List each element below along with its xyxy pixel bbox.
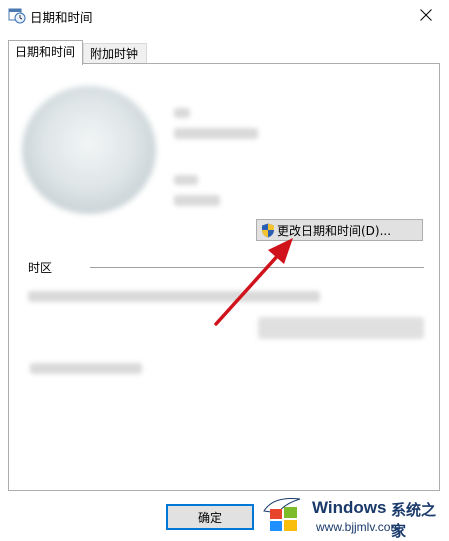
tab-additional-clocks[interactable]: 附加时钟	[83, 43, 147, 64]
site-watermark: Windows 系统之家 www.bjjmlv.com	[250, 489, 449, 541]
date-time-app-icon	[8, 6, 26, 24]
blurred-time-value	[174, 195, 220, 206]
watermark-brand: Windows	[312, 498, 387, 517]
window-title: 日期和时间	[30, 10, 93, 25]
close-button[interactable]	[403, 0, 449, 30]
windows-logo-icon	[263, 498, 301, 531]
blurred-timezone-text	[28, 291, 320, 302]
ok-button[interactable]: 确定	[166, 504, 254, 530]
ok-button-label: 确定	[197, 510, 222, 525]
uac-shield-icon	[262, 223, 274, 238]
title-bar: 日期和时间	[0, 0, 449, 30]
blurred-date-label	[174, 108, 190, 118]
analog-clock	[22, 86, 156, 214]
timezone-section-label: 时区	[28, 261, 53, 275]
blurred-change-timezone-button[interactable]	[258, 317, 424, 339]
watermark-url: www.bjjmlv.com	[316, 520, 401, 534]
blurred-date-value	[174, 128, 258, 139]
blurred-dst-text	[30, 363, 142, 374]
change-date-time-label: 更改日期和时间(D)...	[277, 223, 392, 238]
tab-date-time[interactable]: 日期和时间	[8, 40, 83, 65]
change-date-time-button[interactable]: 更改日期和时间(D)...	[256, 219, 423, 241]
blurred-time-label	[174, 175, 198, 185]
timezone-divider	[90, 267, 424, 268]
close-icon	[420, 9, 432, 21]
